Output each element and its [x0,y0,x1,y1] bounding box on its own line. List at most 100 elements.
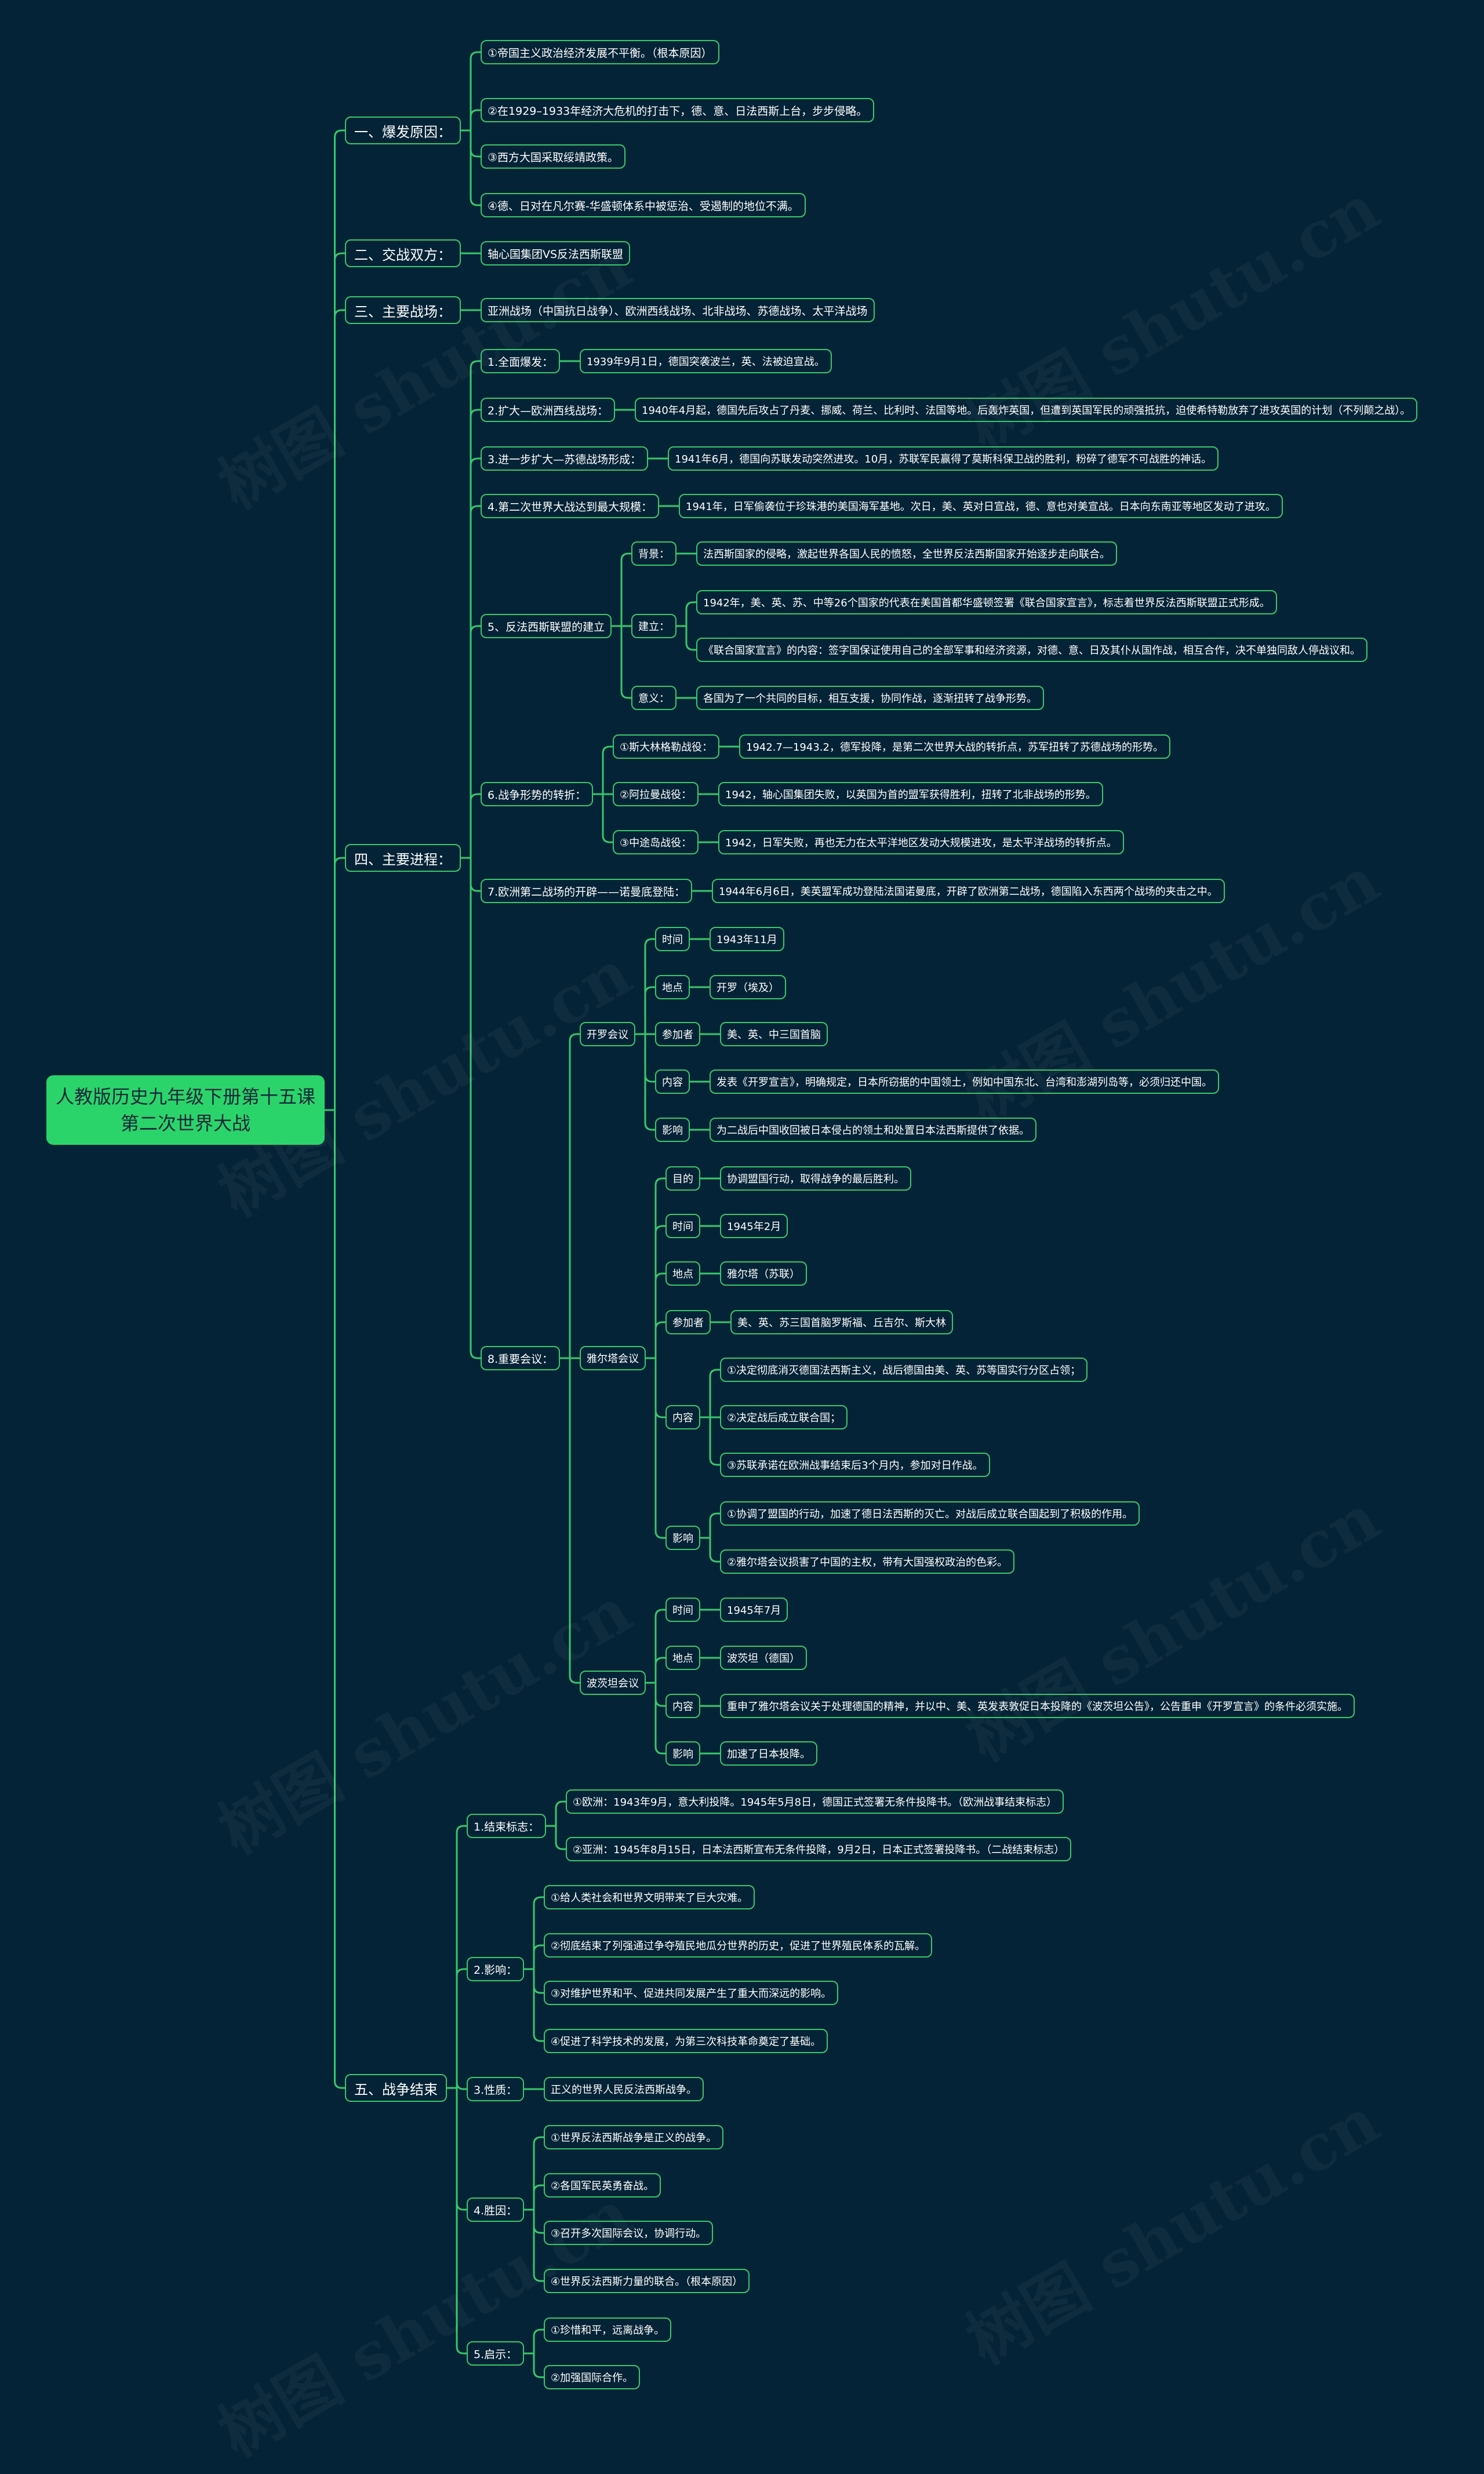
alliance-1[interactable]: 背景： [631,541,676,566]
battle-1[interactable]: ①斯大林格勒战役： [613,734,720,759]
branch-1-item-4[interactable]: ④德、日对在凡尔赛-华盛顿体系中被惩治、受遏制的地位不满。 [481,193,806,217]
process-7-detail[interactable]: 1944年6月6日，美英盟军成功登陆法国诺曼底，开辟了欧洲第二战场，德国陷入东西… [712,879,1225,903]
process-3[interactable]: 3.进一步扩大—苏德战场形成： [481,446,649,471]
battle-2-detail[interactable]: 1942，轴心国集团失败，以英国为首的盟军获得胜利，扭转了北非战场的形势。 [718,782,1103,806]
conference-1-attr-3-value-1[interactable]: 美、英、中三国首脑 [720,1022,828,1046]
process-4[interactable]: 4.第二次世界大战达到最大规模： [481,494,660,518]
ending-2[interactable]: 2.影响： [467,1957,525,1981]
branch-4[interactable]: 四、主要进程： [345,844,461,872]
connector-line [325,857,345,1111]
connector-line [700,1537,720,1563]
conference-3-attr-2-value-1[interactable]: 波茨坦（德国） [720,1646,807,1670]
alliance-3[interactable]: 意义： [631,686,676,710]
ending-5-item-1[interactable]: ①珍惜和平，远离战争。 [544,2317,672,2342]
process-4-detail[interactable]: 1941年，日军偷袭位于珍珠港的美国海军基地。次日，美、英对日宣战，德、意也对美… [679,494,1283,518]
connector-line [325,1109,345,2089]
branch-3-item-1[interactable]: 亚洲战场（中国抗日战争）、欧洲西线战场、北非战场、苏德战场、太平洋战场 [481,298,875,322]
conference-2-attr-6-value-1[interactable]: ①协调了盟国的行动，加速了德日法西斯的灭亡。对战后成立联合国起到了积极的作用。 [720,1501,1140,1526]
conference-3[interactable]: 波茨坦会议 [580,1671,646,1695]
conference-2-attr-5-value-3[interactable]: ③苏联承诺在欧洲战事结束后3个月内，参加对日作战。 [720,1453,990,1477]
ending-2-item-3[interactable]: ③对维护世界和平、促进共同发展产生了重大而深远的影响。 [544,1981,839,2005]
branch-1-item-2[interactable]: ②在1929–1933年经济大危机的打击下，德、意、日法西斯上台，步步侵略。 [481,98,875,122]
ending-4-item-3[interactable]: ③召开多次国际会议，协调行动。 [544,2221,714,2245]
conference-2-attr-1[interactable]: 目的 [665,1166,700,1191]
alliance-1-detail-1[interactable]: 法西斯国家的侵略，激起世界各国人民的愤怒，全世界反法西斯国家开始逐步走向联合。 [696,541,1117,566]
branch-1-item-3[interactable]: ③西方大国采取绥靖政策。 [481,144,626,169]
alliance-2[interactable]: 建立： [631,614,676,638]
conference-2-attr-4[interactable]: 参加者 [665,1310,711,1334]
conference-3-attr-2[interactable]: 地点 [665,1646,700,1670]
conference-3-attr-4[interactable]: 影响 [665,1741,700,1766]
battle-2[interactable]: ②阿拉曼战役： [613,782,699,806]
process-1[interactable]: 1.全面爆发： [481,349,561,373]
conference-2-attr-6-value-2[interactable]: ②雅尔塔会议损害了中国的主权，带有大国强权政治的色彩。 [720,1549,1015,1574]
process-3-detail[interactable]: 1941年6月，德国向苏联发动突然进攻。10月，苏联军民赢得了莫斯科保卫战的胜利… [668,446,1219,471]
battle-3-detail[interactable]: 1942，日军失败，再也无力在太平洋地区发动大规模进攻，是太平洋战场的转折点。 [718,830,1124,854]
conference-3-attr-1-value-1[interactable]: 1945年7月 [720,1598,788,1622]
ending-1-item-2[interactable]: ②亚洲：1945年8月15日，日本法西斯宣布无条件投降，9月2日，日本正式签署投… [566,1837,1072,1861]
conference-2-attr-5-value-1[interactable]: ①决定彻底消灭德国法西斯主义，战后德国由美、英、苏等国实行分区占领； [720,1358,1088,1382]
conference-2-attr-2-value-1[interactable]: 1945年2月 [720,1214,788,1238]
process-6[interactable]: 6.战争形势的转折： [481,782,594,806]
conference-1-attr-2[interactable]: 地点 [655,975,690,999]
process-5[interactable]: 5、反法西斯联盟的建立 [481,614,612,638]
conference-3-attr-3-value-1[interactable]: 重申了雅尔塔会议关于处理德国的精神，并以中、美、英发表敦促日本投降的《波茨坦公告… [720,1694,1355,1718]
process-1-detail[interactable]: 1939年9月1日，德国突袭波兰，英、法被迫宣战。 [580,349,832,373]
alliance-2-detail-2[interactable]: 《联合国家宣言》的内容：签字国保证使用自己的全部军事和经济资源，对德、意、日及其… [696,638,1367,662]
conference-1-attr-3[interactable]: 参加者 [655,1022,700,1046]
ending-4-item-2[interactable]: ②各国军民英勇奋战。 [544,2173,661,2198]
conference-1-attr-5[interactable]: 影响 [655,1118,690,1142]
conference-2-attr-2[interactable]: 时间 [665,1214,700,1238]
battle-1-detail[interactable]: 1942.7—1943.2，德军投降，是第二次世界大战的转折点，苏军扭转了苏德战… [739,734,1170,759]
process-7[interactable]: 7.欧洲第二战场的开辟——诺曼底登陆： [481,879,693,903]
connector-line [612,625,631,699]
ending-1[interactable]: 1.结束标志： [467,1814,547,1838]
connector-line [524,2329,544,2355]
alliance-3-detail-1[interactable]: 各国为了一个共同的目标，相互支援，协同作战，逐渐扭转了战争形势。 [696,686,1044,710]
conference-3-attr-3[interactable]: 内容 [665,1694,700,1718]
conference-2-attr-5-value-2[interactable]: ②决定战后成立联合国； [720,1405,848,1429]
conference-1[interactable]: 开罗会议 [580,1022,635,1046]
ending-4[interactable]: 4.胜因： [467,2198,525,2222]
ending-3[interactable]: 3.性质： [467,2077,525,2101]
ending-2-item-1[interactable]: ①给人类社会和世界文明带来了巨大灾难。 [544,1885,755,1909]
alliance-2-detail-1[interactable]: 1942年，美、英、苏、中等26个国家的代表在美国首都华盛顿签署《联合国家宣言》… [696,590,1277,614]
ending-2-item-4[interactable]: ④促进了科学技术的发展，为第三次科技革命奠定了基础。 [544,2029,828,2053]
branch-2-item-1[interactable]: 轴心国集团VS反法西斯联盟 [481,241,631,265]
process-2-detail[interactable]: 1940年4月起，德国先后攻占了丹麦、挪威、荷兰、比利时、法国等地。后轰炸英国，… [635,398,1418,422]
conference-2-attr-3-value-1[interactable]: 雅尔塔（苏联） [720,1261,807,1286]
conference-2-attr-6[interactable]: 影响 [665,1526,700,1550]
ending-3-item-1[interactable]: 正义的世界人民反法西斯战争。 [544,2077,704,2101]
ending-4-item-1[interactable]: ①世界反法西斯战争是正义的战争。 [544,2125,724,2149]
branch-2[interactable]: 二、交战双方： [345,239,461,267]
ending-5-item-2[interactable]: ②加强国际合作。 [544,2365,641,2389]
connector-line [461,793,481,859]
conference-1-attr-1[interactable]: 时间 [655,927,690,951]
conference-2-attr-4-value-1[interactable]: 美、英、苏三国首脑罗斯福、丘吉尔、斯大林 [730,1310,953,1334]
conference-2-attr-1-value-1[interactable]: 协调盟国行动，取得战争的最后胜利。 [720,1166,911,1191]
conference-2[interactable]: 雅尔塔会议 [580,1346,646,1370]
process-2[interactable]: 2.扩大—欧洲西线战场： [481,398,616,422]
branch-3[interactable]: 三、主要战场： [345,296,461,324]
battle-3[interactable]: ③中途岛战役： [613,830,699,854]
ending-4-item-4[interactable]: ④世界反法西斯力量的联合。（根本原因） [544,2269,750,2293]
branch-5[interactable]: 五、战争结束 [345,2074,447,2102]
conference-1-attr-2-value-1[interactable]: 开罗（埃及） [710,975,786,999]
ending-2-item-2[interactable]: ②彻底结束了列强通过争夺殖民地瓜分世界的历史，促进了世界殖民体系的瓦解。 [544,1933,933,1958]
conference-3-attr-1[interactable]: 时间 [665,1598,700,1622]
branch-1[interactable]: 一、爆发原因： [345,117,461,144]
conference-1-attr-5-value-1[interactable]: 为二战后中国收回被日本侵占的领土和处置日本法西斯提供了依据。 [710,1118,1036,1142]
conference-2-attr-3[interactable]: 地点 [665,1261,700,1286]
conference-3-attr-4-value-1[interactable]: 加速了日本投降。 [720,1741,817,1766]
ending-5[interactable]: 5.启示： [467,2341,525,2366]
branch-1-item-1[interactable]: ①帝国主义政治经济发展不平衡。（根本原因） [481,40,719,64]
ending-1-item-1[interactable]: ①欧洲：1943年9月，意大利投降。1945年5月8日，德国正式签署无条件投降书… [566,1789,1064,1814]
conference-2-attr-5[interactable]: 内容 [665,1405,700,1429]
process-8[interactable]: 8.重要会议： [481,1346,561,1370]
conference-1-attr-4[interactable]: 内容 [655,1069,690,1094]
conference-1-attr-4-value-1[interactable]: 发表《开罗宣言》，明确规定，日本所窃据的中国领土，例如中国东北、台湾和澎湖列岛等… [710,1069,1219,1094]
root-node[interactable]: 人教版历史九年级下册第十五课第二次世界大战 [46,1075,325,1145]
connector-line [524,2184,544,2211]
conference-1-attr-1-value-1[interactable]: 1943年11月 [710,927,784,951]
connector-line [700,1369,720,1418]
